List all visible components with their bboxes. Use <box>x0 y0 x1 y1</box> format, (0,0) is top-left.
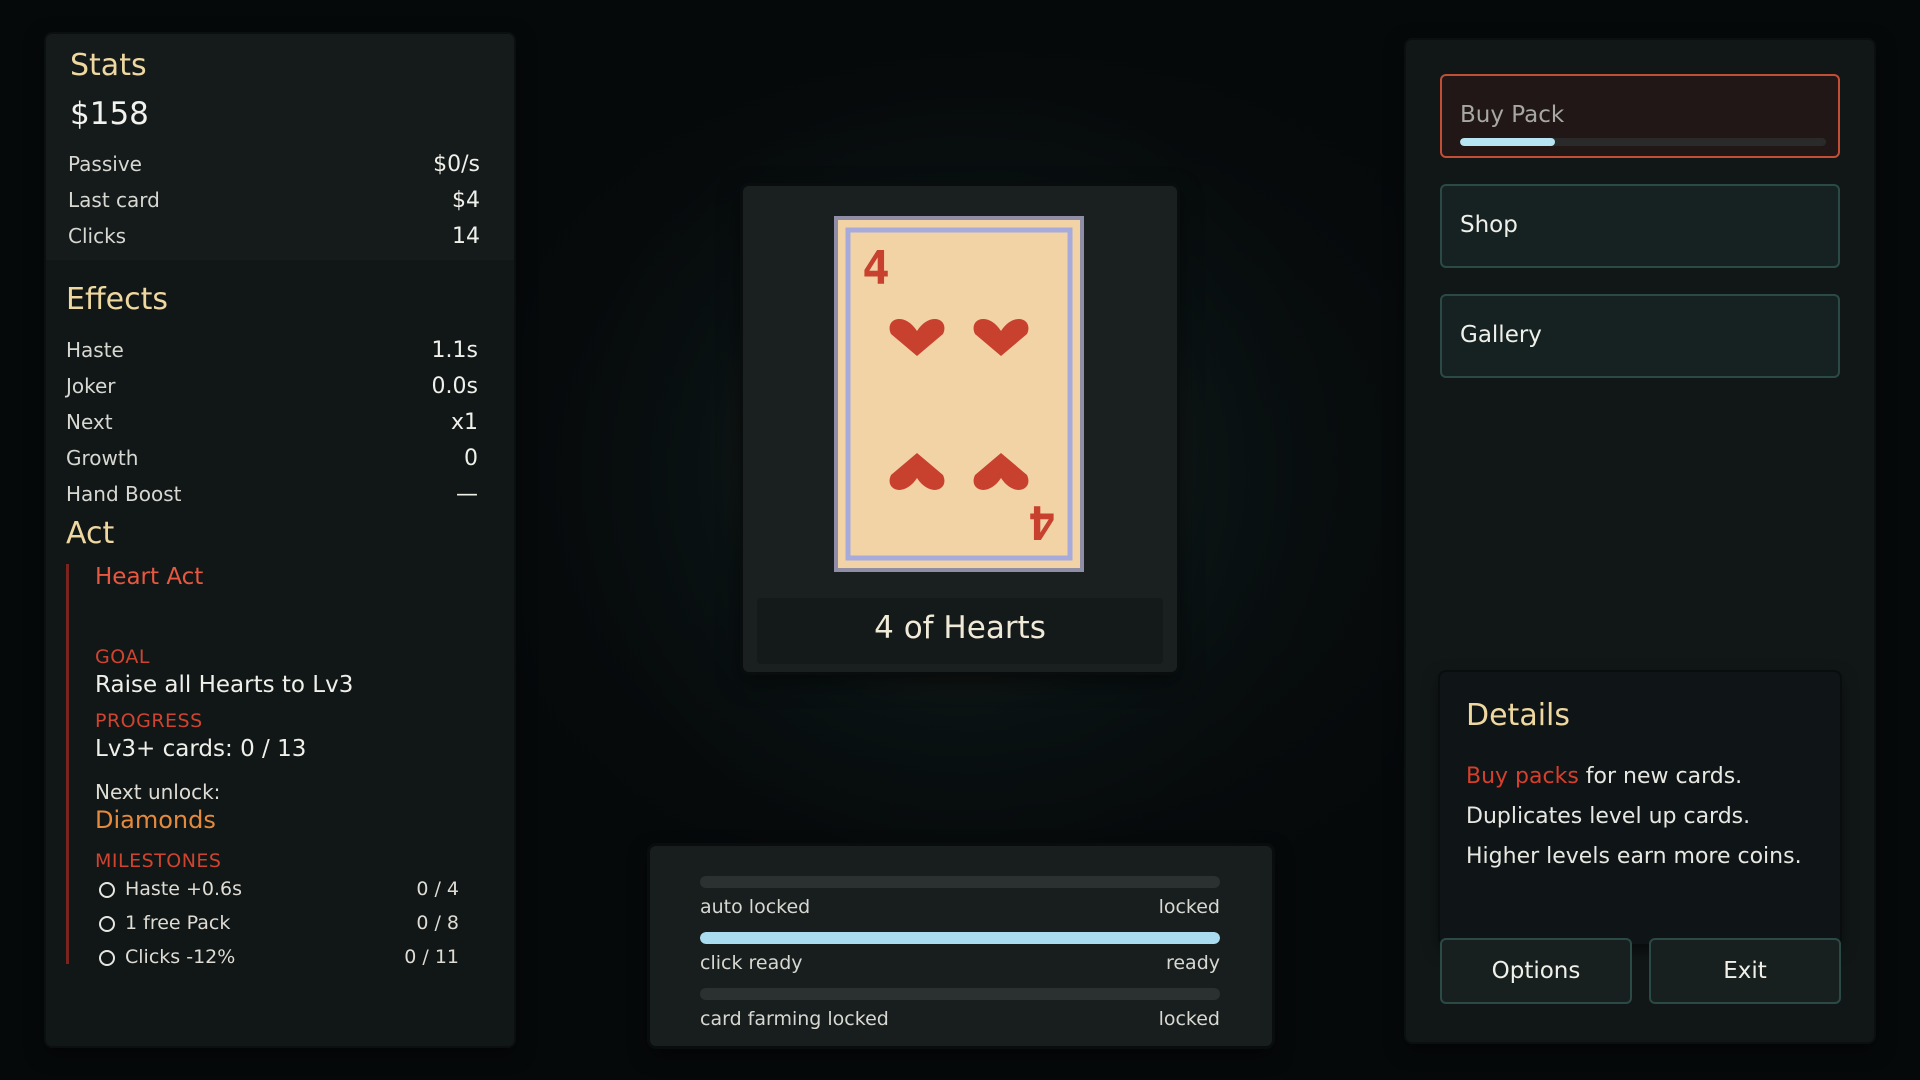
milestone-progress: 0 / 8 <box>416 912 459 934</box>
milestone-label: Haste +0.6s <box>125 878 243 900</box>
buy-pack-progress-bar <box>1460 138 1826 146</box>
exit-label: Exit <box>1723 958 1767 984</box>
stat-value: $4 <box>452 188 480 213</box>
click-bar-label: click ready <box>700 952 803 974</box>
stat-row-clicks: Clicks 14 <box>68 224 480 252</box>
effect-value: x1 <box>450 410 478 435</box>
next-unlock-label: Next unlock: <box>95 780 221 804</box>
shop-button[interactable]: Shop <box>1440 184 1840 268</box>
effect-row-next: Next x1 <box>66 410 478 438</box>
gallery-label: Gallery <box>1460 322 1542 348</box>
buy-pack-button[interactable]: Buy Pack <box>1440 74 1840 158</box>
milestone-circle-icon <box>99 882 115 898</box>
auto-bar-status: locked <box>1158 896 1220 918</box>
stat-label: Clicks <box>68 224 127 248</box>
details-box: Details Buy packs for new cards. Duplica… <box>1440 672 1840 944</box>
card-farming-progress-bar <box>700 988 1220 1000</box>
milestone-circle-icon <box>99 950 115 966</box>
effect-value: 0.0s <box>431 374 478 399</box>
act-title: Act <box>66 516 115 551</box>
milestone-row: Clicks -12% 0 / 11 <box>99 946 459 972</box>
milestones-label: MILESTONES <box>95 850 222 872</box>
stat-label: Last card <box>68 188 160 212</box>
effect-label: Growth <box>66 446 139 470</box>
goal-text: Raise all Hearts to Lv3 <box>95 672 354 698</box>
goal-label: GOAL <box>95 646 150 668</box>
auto-bar-label: auto locked <box>700 896 811 918</box>
money-value: $158 <box>70 96 149 132</box>
shop-label: Shop <box>1460 212 1518 238</box>
card-farming-bar-status: locked <box>1158 1008 1220 1030</box>
milestone-progress: 0 / 11 <box>404 946 459 968</box>
effect-value: 1.1s <box>431 338 478 363</box>
progress-label: PROGRESS <box>95 710 203 732</box>
milestone-progress: 0 / 4 <box>416 878 459 900</box>
effect-label: Joker <box>66 374 116 398</box>
card-name: 4 of Hearts <box>874 610 1046 646</box>
options-label: Options <box>1491 958 1581 984</box>
act-name: Heart Act <box>95 564 204 590</box>
card-farming-bar-label: card farming locked <box>700 1008 889 1030</box>
milestone-label: 1 free Pack <box>125 912 231 934</box>
auto-progress-bar <box>700 876 1220 888</box>
click-progress-bar[interactable] <box>700 932 1220 944</box>
stat-row-last-card: Last card $4 <box>68 188 480 216</box>
rank-top-text: 4 <box>862 241 890 295</box>
options-button[interactable]: Options <box>1440 938 1632 1004</box>
act-details: Heart Act GOAL Raise all Hearts to Lv3 P… <box>66 564 469 968</box>
next-unlock-value: Diamonds <box>95 806 216 834</box>
buy-pack-label: Buy Pack <box>1460 102 1565 128</box>
card-name-box: 4 of Hearts <box>757 598 1163 664</box>
effect-row-joker: Joker 0.0s <box>66 374 478 402</box>
action-bars-panel: auto locked locked click ready ready car… <box>650 846 1272 1046</box>
effects-title: Effects <box>66 282 168 317</box>
stats-title: Stats <box>70 48 147 83</box>
milestone-row: 1 free Pack 0 / 8 <box>99 912 459 938</box>
details-line-2: Duplicates level up cards. <box>1466 804 1751 829</box>
card-display-panel: 4 4 4 of Hearts <box>743 186 1177 672</box>
milestone-row: Haste +0.6s 0 / 4 <box>99 878 459 904</box>
buy-pack-progress-fill <box>1460 138 1556 146</box>
effect-row-growth: Growth 0 <box>66 446 478 474</box>
card-art-image: 4 4 <box>834 216 1084 572</box>
milestone-label: Clicks -12% <box>125 946 236 968</box>
details-title: Details <box>1466 698 1571 733</box>
effect-label: Haste <box>66 338 124 362</box>
effect-row-hand-boost: Hand Boost — <box>66 482 478 510</box>
playing-card[interactable]: 4 4 <box>834 216 1084 572</box>
exit-button[interactable]: Exit <box>1649 938 1841 1004</box>
stat-row-passive: Passive $0/s <box>68 152 480 180</box>
stat-value: $0/s <box>433 152 480 177</box>
milestone-circle-icon <box>99 916 115 932</box>
effect-label: Next <box>66 410 113 434</box>
left-info-panel: Stats $158 Passive $0/s Last card $4 Cli… <box>46 34 514 1046</box>
effect-row-haste: Haste 1.1s <box>66 338 478 366</box>
rank-bottom-text: 4 <box>1028 495 1056 549</box>
details-highlight: Buy packs <box>1466 764 1579 789</box>
effect-value: 0 <box>464 446 478 471</box>
svg-text:4: 4 <box>862 241 890 295</box>
stat-value: 14 <box>452 224 480 249</box>
effect-value: — <box>456 482 478 507</box>
right-menu-panel: Buy Pack Shop Gallery Details Buy packs … <box>1406 40 1874 1042</box>
details-line-1: Buy packs for new cards. <box>1466 764 1742 789</box>
bar-fill <box>700 932 1220 944</box>
svg-text:4: 4 <box>1028 495 1056 549</box>
details-line-1-rest: for new cards. <box>1585 764 1743 789</box>
progress-text: Lv3+ cards: 0 / 13 <box>95 736 307 762</box>
gallery-button[interactable]: Gallery <box>1440 294 1840 378</box>
effect-label: Hand Boost <box>66 482 182 506</box>
click-bar-status: ready <box>1165 952 1220 974</box>
stats-block: Stats $158 Passive $0/s Last card $4 Cli… <box>46 34 514 260</box>
details-line-3: Higher levels earn more coins. <box>1466 844 1802 869</box>
stat-label: Passive <box>68 152 142 176</box>
